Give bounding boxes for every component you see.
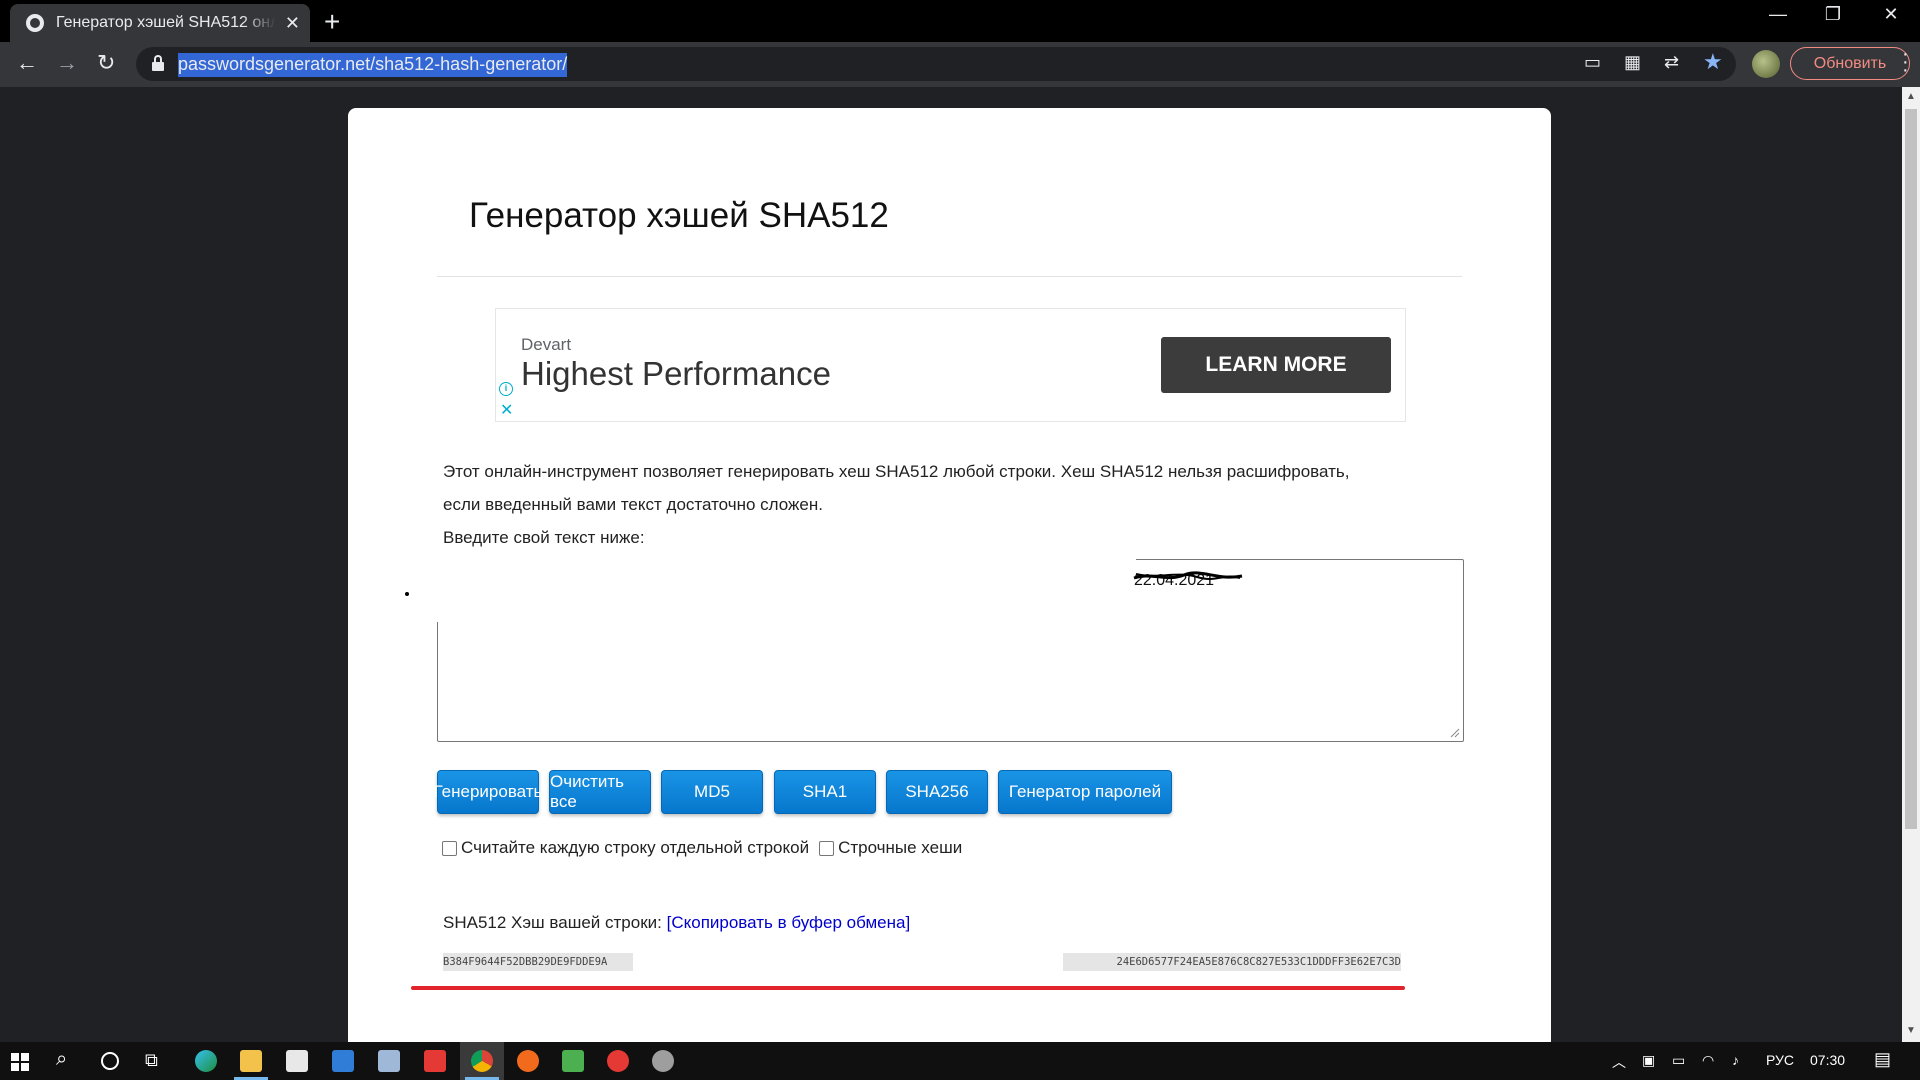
notifications-icon[interactable]: ▤ (1874, 1049, 1891, 1070)
generate-button[interactable]: Генерировать (434, 770, 542, 814)
scroll-down-icon[interactable]: ▼ (1906, 1025, 1916, 1036)
options-row: Считайте каждую строку отдельной строкой… (442, 828, 972, 868)
restore-button[interactable]: ❐ (1810, 4, 1856, 25)
password-generator-button[interactable]: Генератор паролей (998, 770, 1172, 814)
sha1-button[interactable]: SHA1 (774, 770, 876, 814)
file-explorer-icon[interactable] (240, 1050, 262, 1072)
search-icon[interactable]: ⌕ (56, 1048, 67, 1071)
qr-code-icon[interactable]: ▦ (1624, 52, 1641, 73)
new-tab-button[interactable]: + (324, 6, 340, 38)
minimize-button[interactable]: — (1755, 4, 1801, 25)
profile-avatar[interactable] (1752, 50, 1780, 78)
bookmark-star-icon[interactable]: ★ (1703, 49, 1723, 75)
lowercase-checkbox[interactable] (819, 840, 835, 856)
copy-to-clipboard-link[interactable]: [Скопировать в буфер обмена] (667, 913, 911, 932)
cursor-mark (405, 592, 409, 596)
hash-output-start[interactable]: B384F9644F52DBB29DE9FDDE9A (443, 953, 633, 971)
lowercase-label[interactable]: Строчные хеши (838, 838, 962, 858)
close-window-button[interactable]: ✕ (1868, 4, 1914, 25)
page-viewport: Генератор хэшей SHA512 Devart Highest Pe… (0, 87, 1902, 1042)
wifi-icon[interactable]: ◠ (1702, 1052, 1714, 1069)
battery-icon[interactable]: ▭ (1672, 1052, 1685, 1069)
volume-icon[interactable]: ♪ (1732, 1052, 1739, 1068)
hash-label-text: SHA512 Хэш вашей строки: (443, 913, 662, 932)
ad-banner[interactable]: Devart Highest Performance LEARN MORE i … (495, 308, 1406, 422)
lock-icon[interactable] (152, 55, 164, 71)
app-icon-3[interactable] (517, 1050, 539, 1072)
textarea-overlap (436, 558, 1136, 622)
app-icon-5[interactable] (607, 1050, 629, 1072)
each-line-checkbox[interactable] (442, 840, 457, 856)
hash-result-label: SHA512 Хэш вашей строки: [Скопировать в … (443, 913, 910, 933)
tab-close-icon[interactable]: ✕ (285, 13, 300, 34)
hash-output-end[interactable]: 24E6D6577F24EA5E876C8C827E533C1DDDFF3E62… (1063, 953, 1401, 971)
cortana-icon[interactable] (101, 1052, 119, 1070)
app-icon-1[interactable] (378, 1050, 400, 1072)
globe-favicon-icon (26, 14, 44, 32)
menu-kebab-icon[interactable]: · · · (1902, 44, 1909, 80)
app-icon-4[interactable] (562, 1050, 584, 1072)
description-line-1: Этот онлайн-инструмент позволяет генерир… (443, 462, 1350, 481)
clock-time[interactable]: 07:30 (1810, 1052, 1845, 1068)
sha256-button[interactable]: SHA256 (886, 770, 988, 814)
description: Этот онлайн-инструмент позволяет генерир… (443, 455, 1453, 554)
reload-button[interactable]: ↻ (97, 50, 115, 76)
ad-headline[interactable]: Highest Performance (521, 355, 831, 393)
browser-titlebar: Генератор хэшей SHA512 онлайн ✕ + — ❐ ✕ (0, 0, 1920, 42)
windows-taskbar: ⌕ ⧉ ︿ ▣ ▭ ◠ ♪ РУС 07:30 ▤ (0, 1042, 1920, 1080)
ad-brand: Devart (521, 335, 572, 354)
back-button[interactable]: ← (16, 50, 38, 76)
browser-toolbar: ← → ↻ passwordsgenerator.net/sha512-hash… (0, 42, 1920, 87)
tray-chevron-up-icon[interactable]: ︿ (1612, 1052, 1626, 1072)
ad-learn-more-button[interactable]: LEARN MORE (1161, 337, 1391, 393)
cast-icon[interactable]: ▭ (1584, 52, 1601, 73)
description-line-2: если введенный вами текст достаточно сло… (443, 495, 823, 514)
page-title: Генератор хэшей SHA512 (469, 196, 889, 235)
windows-start-icon[interactable] (11, 1053, 29, 1071)
edge-browser-icon[interactable] (195, 1050, 217, 1072)
red-underline-annotation (411, 986, 1405, 990)
address-bar[interactable]: passwordsgenerator.net/sha512-hash-gener… (136, 47, 1736, 81)
resize-grip-icon[interactable] (1448, 726, 1460, 738)
each-line-label[interactable]: Считайте каждую строку отдельной строкой (461, 838, 809, 858)
scroll-up-icon[interactable]: ▲ (1906, 91, 1916, 102)
forward-button[interactable]: → (56, 50, 78, 76)
md5-button[interactable]: MD5 (661, 770, 763, 814)
content-card: Генератор хэшей SHA512 Devart Highest Pe… (348, 108, 1551, 1042)
page-scrollbar[interactable]: ▲ ▼ (1902, 87, 1920, 1042)
translate-icon[interactable]: ⇄ (1664, 52, 1679, 73)
store-icon[interactable] (286, 1050, 308, 1072)
redaction-scribble (1133, 571, 1243, 580)
tab-title: Генератор хэшей SHA512 онлайн (56, 14, 276, 31)
clear-all-button[interactable]: Очистить все (549, 770, 651, 814)
ad-close-icon[interactable]: ✕ (500, 400, 513, 420)
title-divider (437, 276, 1462, 277)
keyboard-language[interactable]: РУС (1766, 1052, 1794, 1068)
update-browser-button[interactable]: Обновить (1790, 47, 1910, 80)
scroll-thumb[interactable] (1905, 109, 1917, 829)
app-icon-2[interactable] (424, 1050, 446, 1072)
url-text[interactable]: passwordsgenerator.net/sha512-hash-gener… (178, 53, 568, 77)
chrome-icon[interactable] (471, 1050, 493, 1072)
tray-network-app-icon[interactable]: ▣ (1642, 1052, 1655, 1069)
browser-tab-active[interactable]: Генератор хэшей SHA512 онлайн ✕ (10, 4, 310, 42)
input-prompt: Введите свой текст ниже: (443, 528, 645, 547)
mail-icon[interactable] (332, 1050, 354, 1072)
app-icon-6[interactable] (652, 1050, 674, 1072)
ad-info-icon[interactable]: i (499, 382, 513, 396)
task-view-icon[interactable]: ⧉ (145, 1050, 158, 1071)
